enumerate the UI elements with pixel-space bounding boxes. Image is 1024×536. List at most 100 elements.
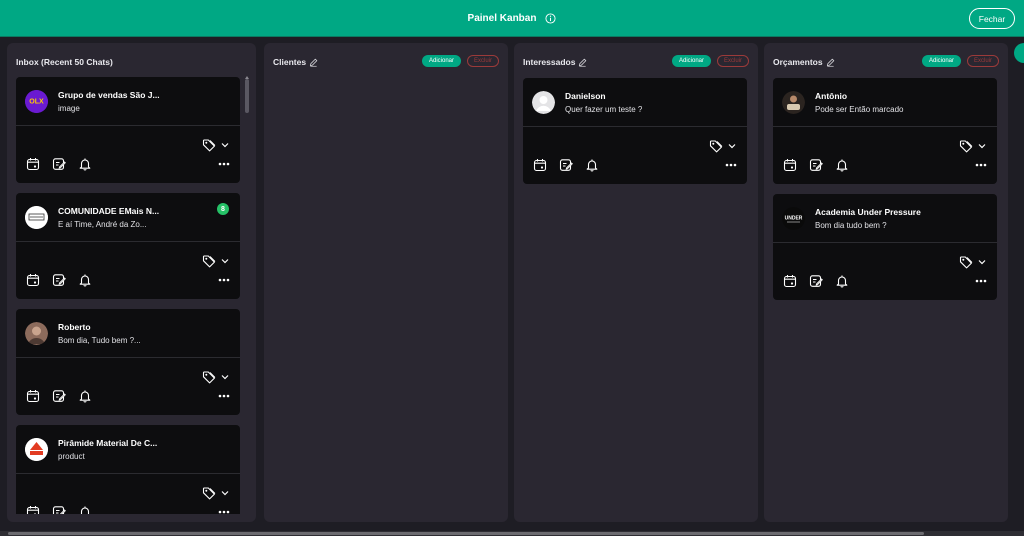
more-options-icon[interactable] xyxy=(725,163,737,167)
tag-icon[interactable] xyxy=(202,138,216,152)
more-options-icon[interactable] xyxy=(218,394,230,398)
more-options-icon[interactable] xyxy=(218,510,230,514)
chat-card[interactable]: Roberto Bom dia, Tudo bem ?... xyxy=(16,309,240,415)
more-options-icon[interactable] xyxy=(218,278,230,282)
divider xyxy=(523,126,747,127)
add-button[interactable]: Adicionar xyxy=(921,55,961,67)
delete-button[interactable]: Excluir xyxy=(717,55,749,67)
olx-logo-icon: OLX xyxy=(25,90,48,113)
chat-name: Danielson xyxy=(565,91,606,101)
tag-selector[interactable] xyxy=(709,139,737,153)
bell-icon[interactable] xyxy=(78,273,92,287)
chat-last-message: E aí Time, André da Zo... xyxy=(58,220,147,229)
more-options-icon[interactable] xyxy=(975,163,987,167)
bell-icon[interactable] xyxy=(835,274,849,288)
chat-last-message: Bom dia tudo bem ? xyxy=(815,221,887,230)
bell-icon[interactable] xyxy=(585,158,599,172)
calendar-icon[interactable] xyxy=(26,157,40,171)
chevron-down-icon[interactable] xyxy=(220,372,230,382)
chat-last-message: Pode ser Então marcado xyxy=(815,105,904,114)
column-title: Clientes xyxy=(273,57,307,67)
bell-icon[interactable] xyxy=(78,157,92,171)
column-orcamentos: Orçamentos Adicionar Excluir Antônio Pod… xyxy=(764,43,1008,522)
bell-icon[interactable] xyxy=(78,505,92,514)
card-actions xyxy=(533,158,599,172)
tag-selector[interactable] xyxy=(202,486,230,500)
chevron-down-icon[interactable] xyxy=(220,140,230,150)
calendar-icon[interactable] xyxy=(26,505,40,514)
chat-name: Pirâmide Material De C... xyxy=(58,438,158,448)
chat-last-message: image xyxy=(58,104,80,113)
note-edit-icon[interactable] xyxy=(809,274,823,288)
chat-card[interactable]: COMUNIDADE EMais N... E aí Time, André d… xyxy=(16,193,240,299)
column-title: Interessados xyxy=(523,57,576,67)
bell-icon[interactable] xyxy=(835,158,849,172)
delete-button[interactable]: Excluir xyxy=(467,55,499,67)
chevron-down-icon[interactable] xyxy=(220,488,230,498)
tag-icon[interactable] xyxy=(959,139,973,153)
delete-button[interactable]: Excluir xyxy=(967,55,999,67)
edit-pencil-icon[interactable] xyxy=(578,58,587,67)
user-photo-icon xyxy=(782,91,805,114)
chevron-down-icon[interactable] xyxy=(727,141,737,151)
chat-card[interactable]: Pirâmide Material De C... product xyxy=(16,425,240,514)
edit-pencil-icon[interactable] xyxy=(826,58,835,67)
chat-last-message: Quer fazer um teste ? xyxy=(565,105,643,114)
add-button[interactable]: Adicionar xyxy=(671,55,711,67)
calendar-icon[interactable] xyxy=(783,274,797,288)
tag-selector[interactable] xyxy=(959,139,987,153)
card-actions xyxy=(783,158,849,172)
chat-card[interactable]: Danielson Quer fazer um teste ? xyxy=(523,78,747,184)
inbox-card-list[interactable]: OLX Grupo de vendas São J... image COMUN… xyxy=(16,77,254,514)
column-interessados: Interessados Adicionar Excluir Danielson… xyxy=(514,43,758,522)
kanban-board: Inbox (Recent 50 Chats) OLX Grupo de ven… xyxy=(0,37,1024,536)
avatar xyxy=(782,91,805,114)
page-title: Painel Kanban xyxy=(467,13,537,24)
horizontal-scrollbar[interactable] xyxy=(0,531,1024,536)
avatar xyxy=(25,322,48,345)
svg-text:OLX: OLX xyxy=(29,99,44,106)
avatar xyxy=(25,438,48,461)
more-options-icon[interactable] xyxy=(218,162,230,166)
close-button[interactable]: Fechar xyxy=(969,8,1015,29)
note-edit-icon[interactable] xyxy=(559,158,573,172)
horizontal-scroll-thumb[interactable] xyxy=(8,532,924,535)
tag-icon[interactable] xyxy=(202,254,216,268)
svg-text:UNDER: UNDER xyxy=(785,216,803,222)
chat-card[interactable]: OLX Grupo de vendas São J... image xyxy=(16,77,240,183)
tag-selector[interactable] xyxy=(202,370,230,384)
chevron-down-icon[interactable] xyxy=(977,257,987,267)
note-edit-icon[interactable] xyxy=(52,505,66,514)
add-button[interactable]: Adicionar xyxy=(421,55,461,67)
chat-name: COMUNIDADE EMais N... xyxy=(58,206,160,216)
tag-icon[interactable] xyxy=(202,486,216,500)
note-edit-icon[interactable] xyxy=(52,157,66,171)
tag-selector[interactable] xyxy=(202,254,230,268)
note-edit-icon[interactable] xyxy=(809,158,823,172)
calendar-icon[interactable] xyxy=(26,389,40,403)
tag-icon[interactable] xyxy=(709,139,723,153)
unread-count-badge: 8 xyxy=(217,203,229,215)
column-header: Orçamentos Adicionar Excluir xyxy=(773,55,999,69)
calendar-icon[interactable] xyxy=(26,273,40,287)
tag-selector[interactable] xyxy=(959,255,987,269)
divider xyxy=(16,241,240,242)
chat-card[interactable]: Antônio Pode ser Então marcado xyxy=(773,78,997,184)
info-icon[interactable] xyxy=(545,13,556,24)
column-actions: Adicionar Excluir xyxy=(421,55,499,67)
calendar-icon[interactable] xyxy=(783,158,797,172)
chevron-down-icon[interactable] xyxy=(220,256,230,266)
tag-icon[interactable] xyxy=(202,370,216,384)
calendar-icon[interactable] xyxy=(533,158,547,172)
chevron-down-icon[interactable] xyxy=(977,141,987,151)
bell-icon[interactable] xyxy=(78,389,92,403)
chat-card[interactable]: UNDER Academia Under Pressure Bom dia tu… xyxy=(773,194,997,300)
divider xyxy=(16,473,240,474)
more-options-icon[interactable] xyxy=(975,279,987,283)
note-edit-icon[interactable] xyxy=(52,273,66,287)
next-column-handle[interactable] xyxy=(1014,43,1024,63)
tag-icon[interactable] xyxy=(959,255,973,269)
edit-pencil-icon[interactable] xyxy=(309,58,318,67)
tag-selector[interactable] xyxy=(202,138,230,152)
note-edit-icon[interactable] xyxy=(52,389,66,403)
